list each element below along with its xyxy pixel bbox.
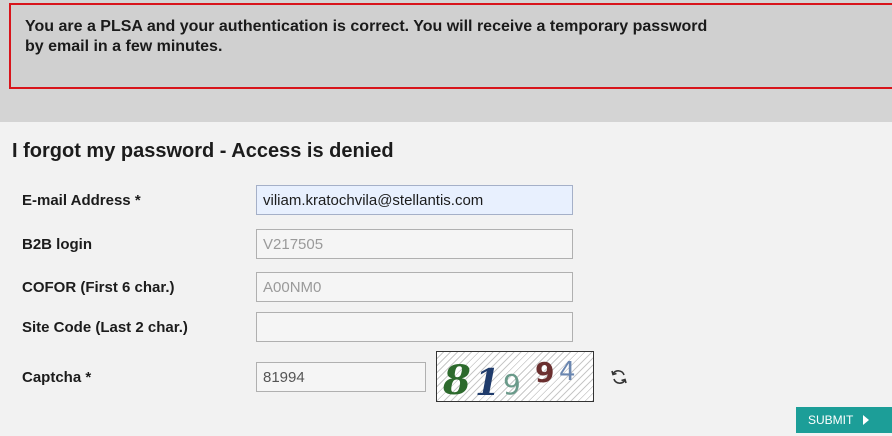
site-code-label: Site Code (Last 2 char.) xyxy=(22,319,188,336)
captcha-digit-3: 9 xyxy=(503,368,521,401)
captcha-digit-1: 8 xyxy=(442,357,471,401)
email-label: E-mail Address * xyxy=(22,192,141,209)
arrow-right-icon xyxy=(863,415,870,425)
captcha-digit-4: 9 xyxy=(535,356,554,389)
alert-line-2: by email in a few minutes. xyxy=(25,38,223,55)
alert-message: You are a PLSA and your authentication i… xyxy=(25,17,892,57)
b2b-login-field[interactable]: V217505 xyxy=(256,229,573,259)
captcha-label: Captcha * xyxy=(22,369,92,386)
submit-label: SUBMIT xyxy=(808,413,854,427)
alert-message-box: You are a PLSA and your authentication i… xyxy=(9,3,892,89)
b2b-login-label: B2B login xyxy=(22,236,92,253)
refresh-icon[interactable] xyxy=(609,367,629,387)
captcha-digit-2: 1 xyxy=(475,362,500,401)
email-field[interactable]: viliam.kratochvila@stellantis.com xyxy=(256,185,573,215)
page-title: I forgot my password - Access is denied xyxy=(12,140,394,162)
alert-banner-area: You are a PLSA and your authentication i… xyxy=(0,0,892,122)
cofor-field[interactable]: A00NM0 xyxy=(256,272,573,302)
captcha-image: 8 1 9 9 4 xyxy=(436,351,594,402)
site-code-field[interactable] xyxy=(256,312,573,342)
captcha-field[interactable]: 81994 xyxy=(256,362,426,392)
alert-line-1: You are a PLSA and your authentication i… xyxy=(25,18,708,35)
captcha-digit-5: 4 xyxy=(559,357,576,387)
submit-button[interactable]: SUBMIT xyxy=(796,407,892,433)
cofor-label: COFOR (First 6 char.) xyxy=(22,279,175,296)
